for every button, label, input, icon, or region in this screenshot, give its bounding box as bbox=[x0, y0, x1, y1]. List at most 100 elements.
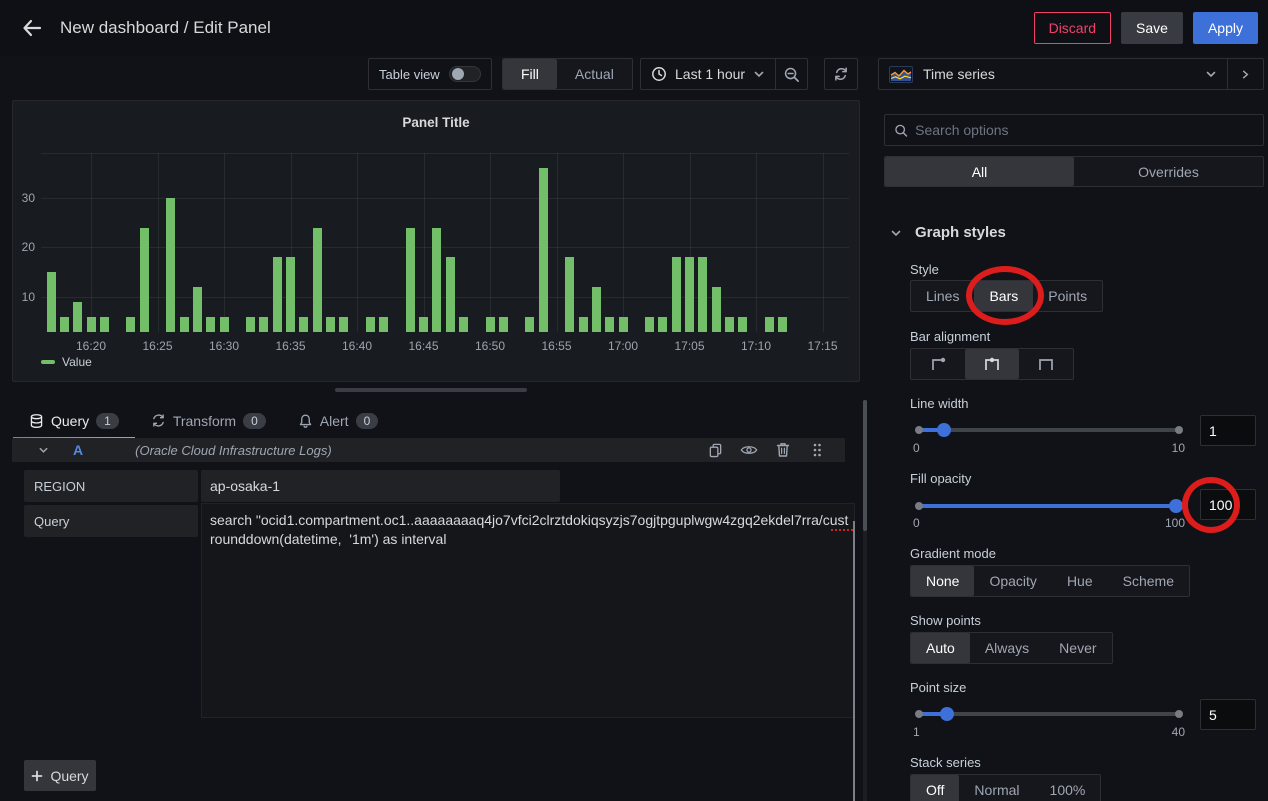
display-mode-fill[interactable]: Fill bbox=[503, 59, 557, 89]
zoom-out-button[interactable] bbox=[775, 59, 807, 89]
bar-align-before-button[interactable] bbox=[911, 349, 965, 379]
fill-opacity-slider[interactable] bbox=[913, 498, 1185, 514]
tab-transform-label: Transform bbox=[173, 413, 236, 429]
stack-off[interactable]: Off bbox=[911, 775, 959, 801]
chart-bar bbox=[765, 317, 774, 332]
discard-button[interactable]: Discard bbox=[1034, 12, 1111, 44]
point-size-max: 40 bbox=[1155, 725, 1185, 739]
apply-button[interactable]: Apply bbox=[1193, 12, 1258, 44]
tab-transform[interactable]: Transform 0 bbox=[135, 404, 282, 437]
y-tick-label: 30 bbox=[9, 191, 35, 205]
point-size-min: 1 bbox=[913, 725, 920, 739]
chart-bar bbox=[432, 228, 441, 332]
trash-icon bbox=[776, 442, 790, 458]
bar-align-center-button[interactable] bbox=[965, 349, 1019, 379]
chart-bar bbox=[539, 168, 548, 332]
chart-bar bbox=[725, 317, 734, 332]
stack-100[interactable]: 100% bbox=[1035, 775, 1101, 801]
query-text-line1: search "ocid1.compartment.oc1..aaaaaaaaq… bbox=[210, 512, 848, 528]
filter-tab-all[interactable]: All bbox=[885, 157, 1074, 186]
x-tick-label: 16:25 bbox=[136, 339, 180, 353]
gradient-opacity[interactable]: Opacity bbox=[974, 566, 1051, 596]
time-picker: Last 1 hour bbox=[640, 58, 808, 90]
fill-opacity-input[interactable] bbox=[1200, 489, 1256, 520]
zoom-out-icon bbox=[783, 66, 800, 83]
chart-bar bbox=[73, 302, 82, 332]
y-tick-label: 10 bbox=[9, 290, 35, 304]
add-query-button[interactable]: Query bbox=[24, 760, 96, 791]
chart-bar bbox=[140, 228, 149, 332]
table-view-toggle[interactable] bbox=[449, 66, 481, 82]
gradient-hue[interactable]: Hue bbox=[1052, 566, 1108, 596]
bar-align-after-button[interactable] bbox=[1019, 349, 1073, 379]
tab-alert-label: Alert bbox=[320, 413, 349, 429]
gradient-scheme[interactable]: Scheme bbox=[1108, 566, 1189, 596]
tab-query-label: Query bbox=[51, 413, 89, 429]
display-mode-actual[interactable]: Actual bbox=[557, 59, 632, 89]
fill-opacity-label: Fill opacity bbox=[910, 471, 971, 486]
pane-resize-handle[interactable] bbox=[335, 388, 527, 392]
add-query-label: Query bbox=[50, 768, 88, 784]
tab-query[interactable]: Query 1 bbox=[13, 404, 135, 437]
visualization-picker[interactable]: Time series bbox=[878, 58, 1264, 90]
fill-opacity-slider-handle[interactable] bbox=[1169, 499, 1183, 513]
time-range-button[interactable]: Last 1 hour bbox=[641, 59, 775, 89]
slider-track[interactable] bbox=[917, 712, 1181, 716]
save-button[interactable]: Save bbox=[1121, 12, 1183, 44]
chart-bar bbox=[326, 317, 335, 332]
style-option-points[interactable]: Points bbox=[1033, 281, 1102, 311]
duplicate-query-button[interactable] bbox=[705, 440, 725, 460]
gradient-mode-label: Gradient mode bbox=[910, 546, 996, 561]
top-bar: New dashboard / Edit Panel Discard Save … bbox=[0, 0, 1268, 56]
refresh-button[interactable] bbox=[824, 58, 858, 90]
chart-bar bbox=[738, 317, 747, 332]
toggle-viz-suggestions-button[interactable] bbox=[1227, 59, 1263, 89]
table-view-label: Table view bbox=[379, 67, 440, 82]
options-filter-tabs: All Overrides bbox=[884, 156, 1264, 187]
pane-scrollbar-thumb[interactable] bbox=[863, 400, 867, 531]
line-width-slider-handle[interactable] bbox=[937, 423, 951, 437]
x-tick-label: 17:05 bbox=[668, 339, 712, 353]
show-points-never[interactable]: Never bbox=[1044, 633, 1111, 663]
stack-normal[interactable]: Normal bbox=[959, 775, 1034, 801]
gradient-none[interactable]: None bbox=[911, 566, 974, 596]
point-size-label: Point size bbox=[910, 680, 966, 695]
point-size-slider[interactable] bbox=[913, 706, 1185, 722]
bar-align-after-icon bbox=[1036, 355, 1056, 373]
query-ref-id: A bbox=[73, 442, 83, 458]
point-size-slider-handle[interactable] bbox=[940, 707, 954, 721]
slider-max-dot bbox=[1175, 426, 1183, 434]
chart-bar bbox=[565, 257, 574, 332]
y-tick-label: 20 bbox=[9, 240, 35, 254]
query-text-editor[interactable]: search "ocid1.compartment.oc1..aaaaaaaaq… bbox=[201, 503, 855, 718]
show-points-auto[interactable]: Auto bbox=[911, 633, 970, 663]
delete-query-button[interactable] bbox=[773, 440, 793, 460]
line-width-slider[interactable] bbox=[913, 422, 1185, 438]
gradient-mode-group: None Opacity Hue Scheme bbox=[910, 565, 1190, 597]
region-field-value[interactable]: ap-osaka-1 bbox=[201, 470, 560, 502]
options-search-input[interactable] bbox=[915, 122, 1254, 138]
chart-bar bbox=[658, 317, 667, 332]
query-row-header[interactable]: A (Oracle Cloud Infrastructure Logs) bbox=[12, 438, 845, 462]
tab-alert[interactable]: Alert 0 bbox=[282, 404, 394, 437]
chart-legend[interactable]: Value bbox=[41, 355, 92, 369]
clock-icon bbox=[651, 66, 667, 82]
back-button[interactable] bbox=[16, 12, 48, 44]
chart-bar bbox=[166, 198, 175, 332]
filter-tab-overrides[interactable]: Overrides bbox=[1074, 157, 1263, 186]
drag-query-handle[interactable] bbox=[807, 440, 827, 460]
chart-bar bbox=[193, 287, 202, 332]
editor-scrollbar[interactable] bbox=[853, 521, 855, 801]
style-option-lines[interactable]: Lines bbox=[911, 281, 974, 311]
line-width-input[interactable] bbox=[1200, 415, 1256, 446]
style-option-bars[interactable]: Bars bbox=[974, 281, 1033, 311]
chart-bar bbox=[60, 317, 69, 332]
show-points-always[interactable]: Always bbox=[970, 633, 1044, 663]
chart-bar bbox=[273, 257, 282, 332]
hide-query-button[interactable] bbox=[739, 440, 759, 460]
tab-query-badge: 1 bbox=[96, 413, 119, 429]
graph-styles-section-header[interactable]: Graph styles bbox=[890, 224, 1006, 241]
point-size-input[interactable] bbox=[1200, 699, 1256, 730]
chart-bar bbox=[685, 257, 694, 332]
slider-track[interactable] bbox=[917, 428, 1181, 432]
